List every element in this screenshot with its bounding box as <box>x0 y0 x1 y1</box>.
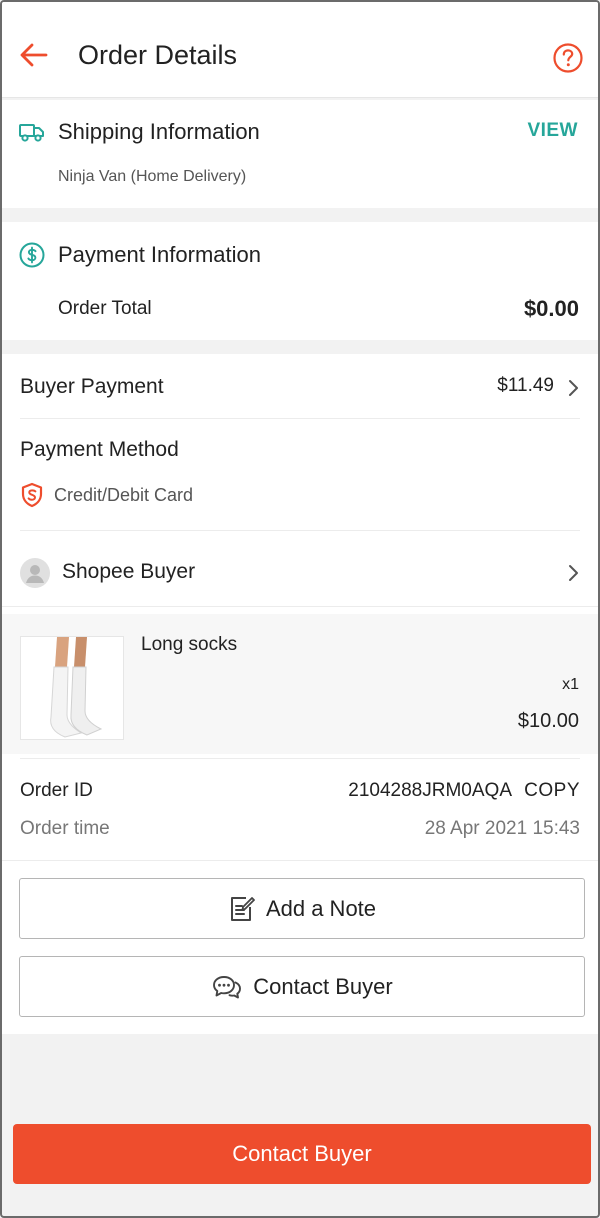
contact-buyer-outline-button[interactable]: Contact Buyer <box>19 956 585 1017</box>
divider <box>20 758 580 759</box>
product-name: Long socks <box>141 634 238 655</box>
order-total-value: $0.00 <box>523 296 579 321</box>
product-quantity: x1 <box>562 676 579 693</box>
payment-method-value: Credit/Debit Card <box>54 485 194 505</box>
product-price: $10.00 <box>517 710 579 732</box>
help-icon[interactable] <box>552 42 584 74</box>
buyer-name: Shopee Buyer <box>62 560 196 583</box>
contact-buyer-primary-label: Contact Buyer <box>232 1141 372 1166</box>
note-edit-icon <box>230 896 255 921</box>
order-details-section: Buyer Payment $11.49 Payment Method Cred… <box>2 354 598 1034</box>
shipping-section: Shipping Information VIEW Ninja Van (Hom… <box>2 100 598 208</box>
contact-buyer-primary-button[interactable]: Contact Buyer <box>13 1124 591 1184</box>
buyer-row[interactable]: Shopee Buyer <box>2 538 598 604</box>
order-id-label: Order ID <box>20 780 93 801</box>
back-arrow-icon[interactable] <box>16 38 50 72</box>
order-time-value: 28 Apr 2021 15:43 <box>424 818 580 839</box>
order-total-label: Order Total <box>58 298 152 319</box>
buyer-payment-row[interactable]: Buyer Payment $11.49 <box>2 354 598 418</box>
payment-section: Payment Information Order Total $0.00 <box>2 222 598 340</box>
add-note-button[interactable]: Add a Note <box>19 878 585 939</box>
shipping-carrier: Ninja Van (Home Delivery) <box>58 168 247 185</box>
divider <box>2 860 598 861</box>
product-image <box>20 636 124 740</box>
avatar-icon <box>20 558 50 588</box>
payment-title: Payment Information <box>58 242 261 267</box>
page-title: Order Details <box>78 40 238 70</box>
copy-order-id-button[interactable]: COPY <box>524 780 580 802</box>
dollar-coin-icon <box>19 242 45 268</box>
chevron-right-icon <box>569 380 578 396</box>
product-item[interactable]: Long socks x1 $10.00 <box>2 614 598 754</box>
buyer-payment-label: Buyer Payment <box>20 375 164 398</box>
divider <box>2 606 598 607</box>
top-app-bar: Order Details <box>2 2 598 98</box>
chat-bubble-icon <box>213 975 242 998</box>
order-id-value: 2104288JRM0AQA <box>348 780 512 801</box>
payment-method-label: Payment Method <box>20 438 179 461</box>
contact-buyer-outline-label: Contact Buyer <box>253 973 393 999</box>
view-shipping-link[interactable]: VIEW <box>527 120 578 142</box>
truck-icon <box>19 124 44 142</box>
divider <box>20 530 580 531</box>
app-screen: Order Details Shipping Information VIEW … <box>0 0 600 1218</box>
socks-image <box>21 637 123 739</box>
divider <box>20 418 580 419</box>
chevron-right-icon <box>569 565 578 581</box>
add-note-label: Add a Note <box>265 895 377 921</box>
buyer-payment-value: $11.49 <box>497 375 554 396</box>
shield-icon <box>21 482 43 508</box>
shipping-title: Shipping Information <box>58 119 260 144</box>
order-time-label: Order time <box>20 818 110 839</box>
